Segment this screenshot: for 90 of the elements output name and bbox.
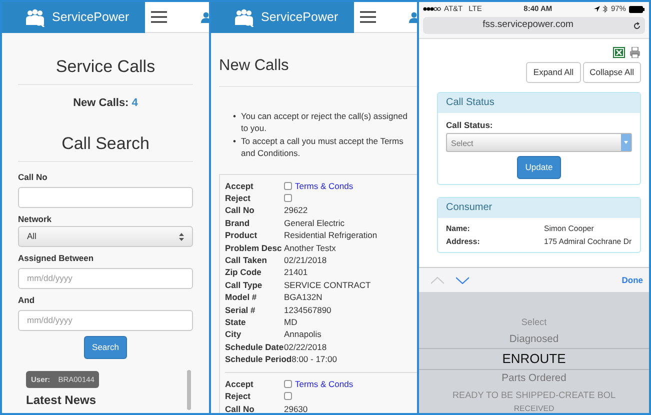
field-label: Assigned Between [18,253,95,264]
field-label: Accept [225,378,254,390]
news-heading: Latest News [26,393,98,408]
field-value: SERVICE CONTRACT [284,278,371,292]
battery-icon [628,6,645,12]
reject-checkbox[interactable] [284,194,292,202]
spreadsheet-icon[interactable] [613,47,625,58]
picker-option[interactable]: ENROUTE [419,348,649,370]
field-label: Problem Desc [225,242,283,254]
page-title: New Calls [219,57,417,87]
field-label: Model # [225,291,258,304]
field-label: Schedule Date [225,340,284,354]
sort-icon [179,232,184,241]
field-label: Serial # [225,304,256,316]
field-value: 1234567890 [284,304,332,316]
terms-link[interactable]: Terms & Conds [295,180,354,191]
terms-link[interactable]: Terms & Conds [295,378,354,389]
logo-icon [24,8,46,26]
field-value: 29622 [284,204,308,217]
user-icon[interactable] [201,12,209,23]
menu-icon[interactable] [360,11,376,23]
field-value: 02/22/2018 [284,340,327,354]
printer-icon[interactable] [629,47,641,58]
field-label: Product [225,229,258,242]
instruction-text: You can accept or reject the call(s) assigned to you. [240,110,408,135]
reload-icon[interactable] [633,22,641,30]
picker-option[interactable]: READY TO BE SHIPPED-CREATE BOL [419,387,649,404]
reject-checkbox[interactable] [284,392,292,400]
brand-name: ServicePower [261,9,338,26]
field-label: Zip Code [225,266,262,279]
field-label: Reject [225,390,252,402]
toolbar-button[interactable]: Collapse All [582,62,641,83]
status-select[interactable]: Select [446,132,632,152]
bluetooth-icon [602,5,608,13]
field-value: 02/21/2018 [284,254,327,266]
section-title: Call Search [18,112,193,162]
user-icon[interactable] [409,12,417,23]
date-field[interactable]: mm/dd/yyyy [18,310,193,331]
logo-icon [233,8,255,26]
field-label: Call No [225,204,256,217]
field-label: Call Status: [446,120,494,130]
update-button[interactable]: Update [517,156,561,178]
url-text: fss.servicepower.com [482,18,574,32]
page-title: Service Calls [18,33,193,86]
picker-option[interactable]: Diagnosed [419,331,649,348]
picker-option[interactable]: Select [419,314,649,331]
scrollbar[interactable] [187,370,191,410]
field-value: Residential Refrigeration [284,229,378,242]
field-label: Call No [18,172,48,182]
field-label: Accept [225,180,254,192]
address-bar[interactable]: fss.servicepower.com [423,17,645,34]
new-calls-count: New Calls: 4 [72,96,139,112]
bullet-mark: • [233,110,236,123]
location-icon [594,6,600,12]
caret-icon [624,140,628,144]
field-value: 8:00 - 17:00 [292,353,337,366]
network-select[interactable]: All [18,226,193,248]
instruction-text: To accept a call you must accept the Terms and Conditions. [240,134,404,160]
field-value: BGA132N [284,291,322,304]
bullet-mark: • [233,134,236,148]
field-label: Call Taken [225,254,268,266]
field-label: Brand [225,216,251,230]
field-value: 21401 [284,266,308,279]
field-label: Schedule Period [225,353,292,366]
signal-icon [423,7,441,11]
field-label: City [225,328,242,341]
field-label: Call No [225,402,256,413]
panel-heading: Consumer [438,198,640,218]
field-value: General Electric [284,216,344,230]
field-label: And [18,295,36,306]
date-field[interactable]: mm/dd/yyyy [18,268,193,289]
menu-icon[interactable] [151,11,167,23]
input-field[interactable] [18,186,193,208]
field-label: State [225,316,247,328]
field-value: Annapolis [284,328,322,341]
field-value: Another Testx [284,242,336,254]
toolbar-button[interactable]: Expand All [526,62,581,83]
picker-option[interactable]: Parts Ordered [419,370,649,387]
field-value: 29630 [284,402,308,413]
accept-checkbox[interactable] [284,182,292,190]
search-button[interactable]: Search [84,336,127,360]
field-label: Call Type [225,278,264,292]
brand-name: ServicePower [52,9,130,26]
chevron-down-icon[interactable] [456,276,469,284]
field-label: Reject [225,192,252,204]
field-value: MD [284,316,298,328]
field-label: Network [18,214,53,224]
done-button[interactable]: Done [622,274,643,286]
panel-heading: Call Status [438,92,640,113]
accept-checkbox[interactable] [284,380,292,388]
